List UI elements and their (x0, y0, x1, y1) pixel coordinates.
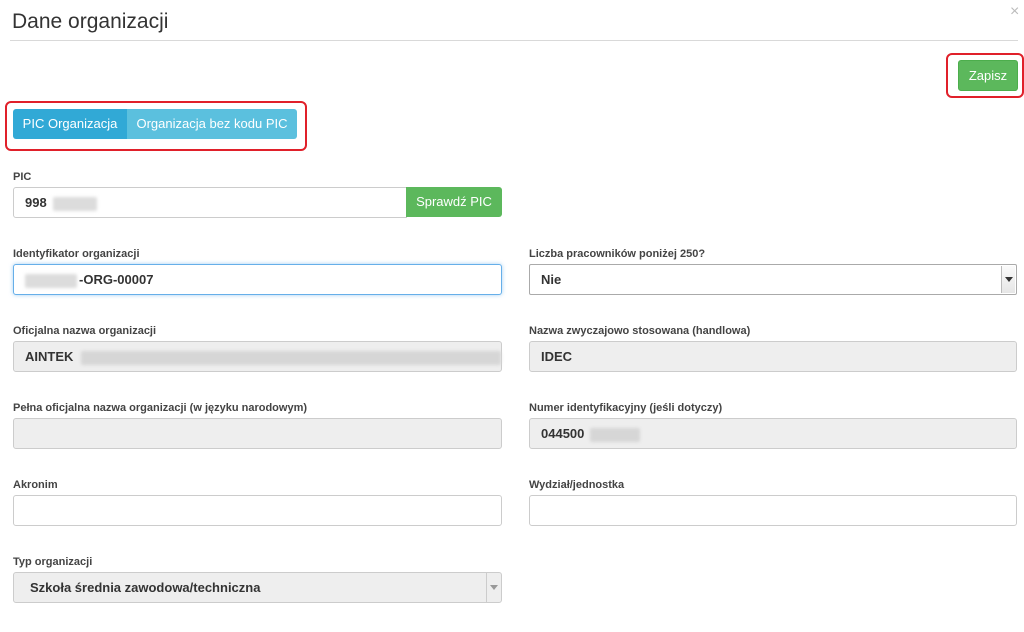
redacted-area (590, 427, 641, 442)
id-number-value: 044500 (541, 426, 585, 441)
org-id-input[interactable]: -ORG-00007 (13, 264, 502, 295)
save-button[interactable]: Zapisz (958, 60, 1018, 91)
employees-select[interactable]: Nie (529, 264, 1017, 295)
org-type-label: Typ organizacji (13, 556, 93, 568)
official-name-input: AINTEK (13, 341, 502, 372)
dialog-title: Dane organizacji (12, 10, 169, 33)
common-name-label: Nazwa zwyczajowo stosowana (handlowa) (529, 325, 751, 337)
chevron-down-icon[interactable] (486, 573, 501, 602)
common-name-value: IDEC (541, 349, 573, 364)
id-number-input: 044500 (529, 418, 1017, 449)
chevron-down-icon[interactable] (1001, 266, 1015, 293)
pic-label: PIC (13, 171, 32, 183)
acronym-label: Akronim (13, 479, 58, 491)
org-id-label: Identyfikator organizacji (13, 248, 140, 260)
org-type-value: Szkoła średnia zawodowa/techniczna (30, 580, 261, 595)
official-name-value: AINTEK (25, 349, 74, 364)
tab-organization-without-pic[interactable]: Organizacja bez kodu PIC (127, 109, 297, 139)
pic-input[interactable]: 998 (13, 187, 407, 218)
full-name-input (13, 418, 502, 449)
department-label: Wydział/jednostka (529, 479, 625, 491)
tab-pic-organization[interactable]: PIC Organizacja (13, 109, 127, 139)
department-input[interactable] (529, 495, 1017, 526)
pic-value: 998 (25, 195, 47, 210)
employees-label: Liczba pracowników poniżej 250? (529, 248, 706, 260)
title-divider (10, 40, 1018, 41)
acronym-input[interactable] (13, 495, 502, 526)
redacted-area (25, 273, 77, 288)
redacted-area (81, 350, 502, 365)
full-name-label: Pełna oficjalna nazwa organizacji (w jęz… (13, 402, 308, 414)
close-icon[interactable]: × (1010, 4, 1019, 20)
org-type-select[interactable]: Szkoła średnia zawodowa/techniczna (13, 572, 502, 603)
org-id-value: -ORG-00007 (79, 272, 154, 287)
check-pic-button[interactable]: Sprawdź PIC (406, 187, 502, 217)
id-number-label: Numer identyfikacyjny (jeśli dotyczy) (529, 402, 723, 414)
redacted-area (53, 196, 98, 211)
employees-value: Nie (541, 272, 562, 287)
official-name-label: Oficjalna nazwa organizacji (13, 325, 157, 337)
common-name-input: IDEC (529, 341, 1017, 372)
